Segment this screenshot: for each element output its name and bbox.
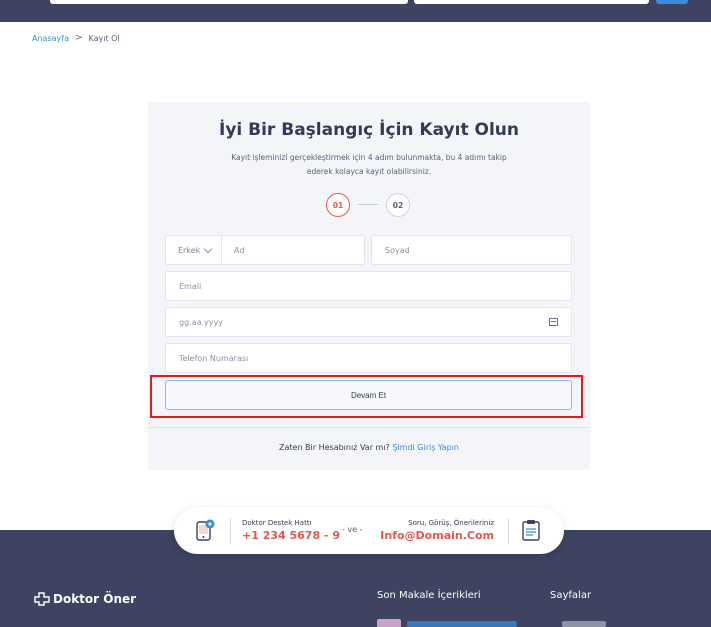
login-prompt: Zaten Bir Hesabınız Var mı? Şimdi Giriş …: [148, 443, 590, 452]
support-phone-number[interactable]: +1 234 5678 - 9: [242, 529, 340, 542]
footer-post-link[interactable]: [407, 621, 517, 627]
gender-select-value: Erkek: [178, 245, 201, 255]
support-divider-right: [508, 518, 509, 544]
gender-select[interactable]: Erkek: [166, 236, 222, 264]
footer-pages-title: Sayfalar: [550, 590, 592, 601]
footer-logo[interactable]: Doktor Öner: [34, 592, 136, 606]
phone-placeholder: Telefon Numarası: [179, 353, 249, 363]
support-divider-left: [230, 518, 231, 544]
card-divider: [148, 427, 590, 428]
last-name-placeholder: Soyad: [385, 245, 410, 255]
calendar-icon[interactable]: [549, 318, 558, 326]
support-email-address[interactable]: Info@Domain.Com: [380, 529, 494, 542]
continue-button[interactable]: Devam Et: [165, 380, 572, 410]
email-input[interactable]: Email: [165, 271, 572, 301]
email-placeholder: Email: [179, 281, 202, 291]
page-subtitle: Kayıt işleminizi gerçekleştirmek için 4 …: [231, 153, 507, 176]
support-email-label: Soru, Görüş, Önerileriniz: [408, 519, 494, 527]
support-banner: Doktor Destek Hattı +1 234 5678 - 9 - ve…: [174, 507, 564, 554]
phone-input[interactable]: Telefon Numarası: [165, 343, 572, 373]
login-prompt-text: Zaten Bir Hesabınız Var mı?: [279, 443, 390, 452]
header-search-input[interactable]: [50, 0, 408, 4]
footer-brand-name: Doktor Öner: [53, 592, 137, 606]
chevron-down-icon: [204, 244, 213, 253]
footer-page-link[interactable]: [562, 621, 606, 627]
birthdate-placeholder: gg.aa.yyyy: [179, 317, 223, 327]
breadcrumb-separator-icon: >: [74, 33, 83, 43]
footer-post-thumbnail[interactable]: [377, 619, 401, 627]
birthdate-input[interactable]: gg.aa.yyyy: [165, 307, 572, 337]
step-connector: [358, 204, 378, 205]
footer-recent-posts-title: Son Makale İçerikleri: [377, 590, 481, 601]
step-2-badge: 02: [386, 193, 410, 217]
header-search-button[interactable]: [656, 0, 688, 4]
support-phone-label: Doktor Destek Hattı: [242, 519, 312, 527]
registration-card: İyi Bir Başlangıç İçin Kayıt Olun Kayıt …: [148, 102, 590, 470]
phone-support-icon: [196, 519, 215, 541]
page-title: İyi Bir Başlangıç İçin Kayıt Olun: [219, 120, 519, 140]
header-location-input[interactable]: [414, 0, 649, 4]
first-name-input[interactable]: Ad: [222, 246, 244, 255]
breadcrumb-current: Kayıt Ol: [88, 33, 120, 43]
breadcrumb-home-link[interactable]: Anasayfa: [32, 34, 69, 43]
first-name-group: Erkek Ad: [165, 235, 365, 265]
top-navbar: [0, 0, 711, 22]
support-separator: - ve -: [342, 525, 363, 534]
step-1-badge: 01: [326, 193, 350, 217]
step-indicator: 01 02: [326, 193, 412, 217]
login-link[interactable]: Şimdi Giriş Yapın: [392, 443, 459, 452]
clipboard-icon: [522, 520, 540, 541]
breadcrumb: Anasayfa > Kayıt Ol: [32, 33, 120, 43]
last-name-input[interactable]: Soyad: [371, 235, 572, 265]
cross-logo-icon: [34, 592, 50, 606]
